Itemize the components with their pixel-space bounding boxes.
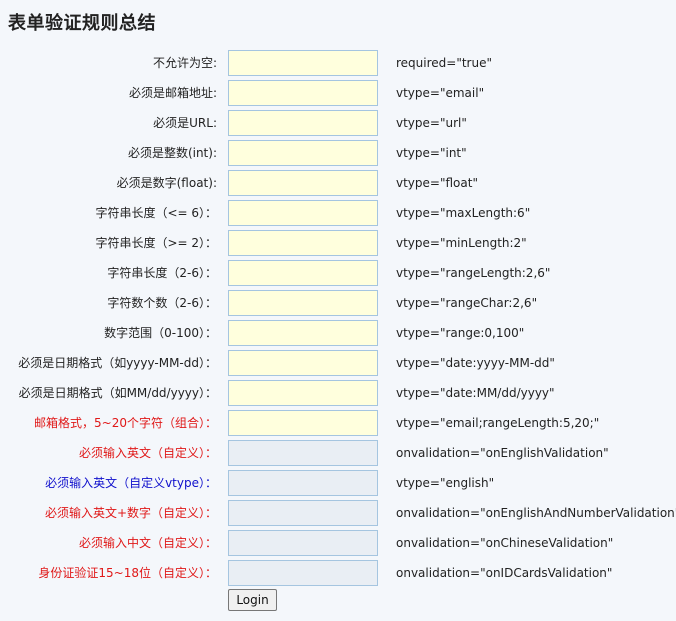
min-length-input[interactable]: [228, 230, 378, 256]
form-row-chinese: 必须输入中文（自定义）： onvalidation="onChineseVali…: [0, 530, 676, 556]
field-label: 邮箱格式，5~20个字符（组合）：: [34, 416, 217, 430]
validation-rule-text: required="true": [396, 56, 492, 70]
validation-rule-text: vtype="date:MM/dd/yyyy": [396, 386, 555, 400]
form-row-min-length: 字符串长度（>= 2）： vtype="minLength:2": [0, 230, 676, 256]
max-length-input[interactable]: [228, 200, 378, 226]
field-label: 必须输入英文+数字（自定义）：: [44, 506, 217, 520]
english-number-input[interactable]: [228, 500, 378, 526]
login-button[interactable]: Login: [228, 589, 277, 611]
form-row-english-vtype: 必须输入英文（自定义vtype）： vtype="english": [0, 470, 676, 496]
field-label: 字符串长度（2-6）：: [107, 266, 217, 280]
english-input[interactable]: [228, 440, 378, 466]
validation-rule-text: vtype="rangeChar:2,6": [396, 296, 538, 310]
form-row-required: 不允许为空: required="true": [0, 50, 676, 76]
form-row-float: 必须是数字(float): vtype="float": [0, 170, 676, 196]
form-row-email-length: 邮箱格式，5~20个字符（组合）： vtype="email;rangeLeng…: [0, 410, 676, 436]
field-label: 必须是邮箱地址:: [128, 86, 217, 100]
range-length-input[interactable]: [228, 260, 378, 286]
form-row-url: 必须是URL: vtype="url": [0, 110, 676, 136]
validation-rule-text: vtype="email;rangeLength:5,20;": [396, 416, 600, 430]
form-row-date-ymd: 必须是日期格式（如yyyy-MM-dd）： vtype="date:yyyy-M…: [0, 350, 676, 376]
validation-rule-text: vtype="url": [396, 116, 467, 130]
validation-rule-text: vtype="email": [396, 86, 485, 100]
email-length-input[interactable]: [228, 410, 378, 436]
form-row-email: 必须是邮箱地址: vtype="email": [0, 80, 676, 106]
field-label: 必须是数字(float):: [116, 176, 217, 190]
form-row-int: 必须是整数(int): vtype="int": [0, 140, 676, 166]
form-row-range-char: 字符数个数（2-6）： vtype="rangeChar:2,6": [0, 290, 676, 316]
validation-rule-text: onvalidation="onChineseValidation": [396, 536, 614, 550]
date-mdy-input[interactable]: [228, 380, 378, 406]
validation-rule-text: vtype="float": [396, 176, 478, 190]
email-input[interactable]: [228, 80, 378, 106]
field-label: 字符串长度（<= 6）：: [95, 206, 217, 220]
validation-rule-text: vtype="minLength:2": [396, 236, 527, 250]
validation-rule-text: onvalidation="onEnglishAndNumberValidati…: [396, 506, 676, 520]
field-label: 字符串长度（>= 2）：: [95, 236, 217, 250]
date-ymd-input[interactable]: [228, 350, 378, 376]
field-label: 必须是整数(int):: [127, 146, 217, 160]
range-char-input[interactable]: [228, 290, 378, 316]
validation-rule-text: vtype="date:yyyy-MM-dd": [396, 356, 555, 370]
validation-rule-text: onvalidation="onIDCardsValidation": [396, 566, 613, 580]
required-input[interactable]: [228, 50, 378, 76]
number-range-input[interactable]: [228, 320, 378, 346]
field-label: 必须是URL:: [153, 116, 217, 130]
form-row-id-card: 身份证验证15~18位（自定义）： onvalidation="onIDCard…: [0, 560, 676, 586]
validation-rule-text: vtype="english": [396, 476, 495, 490]
field-label: 数字范围（0-100）：: [104, 326, 217, 340]
field-label: 字符数个数（2-6）：: [107, 296, 217, 310]
form-row-number-range: 数字范围（0-100）： vtype="range:0,100": [0, 320, 676, 346]
url-input[interactable]: [228, 110, 378, 136]
validation-rule-text: vtype="maxLength:6": [396, 206, 531, 220]
form-row-english: 必须输入英文（自定义）： onvalidation="onEnglishVali…: [0, 440, 676, 466]
validation-rule-text: vtype="range:0,100": [396, 326, 525, 340]
id-card-input[interactable]: [228, 560, 378, 586]
field-label: 必须输入英文（自定义）：: [78, 446, 217, 460]
float-input[interactable]: [228, 170, 378, 196]
form-row-date-mdy: 必须是日期格式（如MM/dd/yyyy）： vtype="date:MM/dd/…: [0, 380, 676, 406]
form-row-range-length: 字符串长度（2-6）： vtype="rangeLength:2,6": [0, 260, 676, 286]
field-label: 不允许为空:: [152, 56, 217, 70]
field-label: 身份证验证15~18位（自定义）：: [38, 566, 217, 580]
form-row-max-length: 字符串长度（<= 6）： vtype="maxLength:6": [0, 200, 676, 226]
chinese-input[interactable]: [228, 530, 378, 556]
field-label: 必须输入中文（自定义）：: [78, 536, 217, 550]
validation-rule-text: vtype="rangeLength:2,6": [396, 266, 551, 280]
field-label: 必须是日期格式（如MM/dd/yyyy）：: [18, 386, 217, 400]
english-vtype-input[interactable]: [228, 470, 378, 496]
int-input[interactable]: [228, 140, 378, 166]
field-label: 必须是日期格式（如yyyy-MM-dd）：: [18, 356, 217, 370]
field-label: 必须输入英文（自定义vtype）：: [45, 476, 217, 490]
validation-rule-text: onvalidation="onEnglishValidation": [396, 446, 609, 460]
validation-rule-text: vtype="int": [396, 146, 467, 160]
page-title: 表单验证规则总结: [8, 13, 156, 34]
form-row-english-number: 必须输入英文+数字（自定义）： onvalidation="onEnglishA…: [0, 500, 676, 526]
